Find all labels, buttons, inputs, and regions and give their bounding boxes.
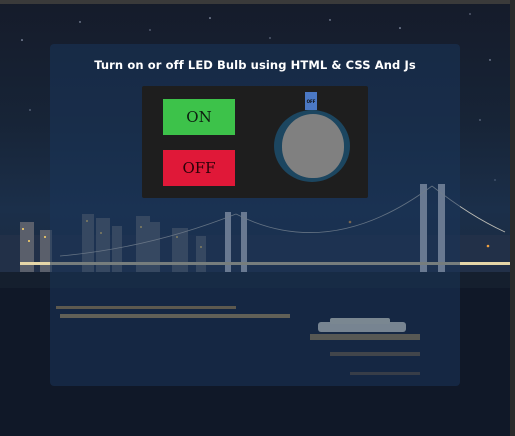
window-top-strip bbox=[0, 0, 515, 4]
bulb-state-label: OFF bbox=[306, 98, 316, 104]
bulb-icon bbox=[282, 114, 344, 178]
window-right-edge bbox=[510, 0, 515, 436]
off-button[interactable]: OFF bbox=[163, 150, 235, 186]
led-bulb: OFF bbox=[272, 92, 352, 192]
page-title: Turn on or off LED Bulb using HTML & CSS… bbox=[94, 58, 416, 72]
on-button[interactable]: ON bbox=[163, 99, 235, 135]
bulb-cap: OFF bbox=[305, 92, 317, 110]
